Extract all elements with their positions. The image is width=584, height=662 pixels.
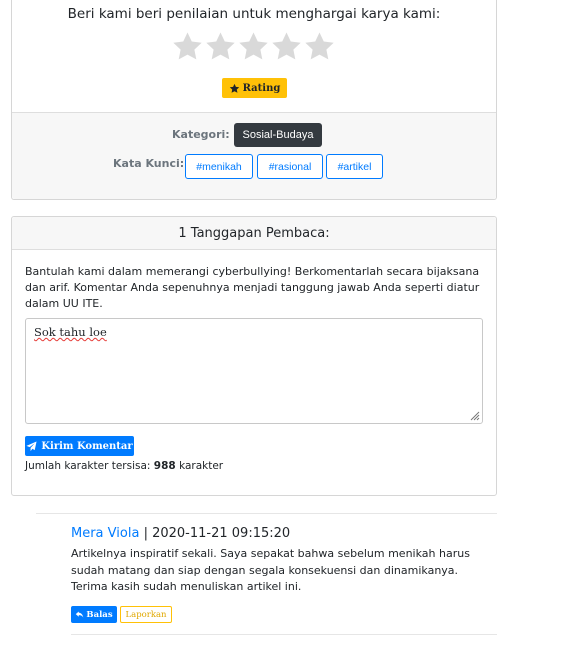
rating-button[interactable]: Rating — [222, 78, 287, 98]
paper-plane-icon — [26, 440, 37, 451]
resize-grip-icon[interactable] — [468, 409, 480, 421]
star-icon[interactable] — [270, 28, 303, 64]
reply-header: Mera Viola | 2020-11-21 09:15:20 — [71, 526, 290, 541]
tag-artikel[interactable]: #artikel — [326, 154, 383, 179]
reply-author-link[interactable]: Mera Viola — [71, 526, 139, 541]
submit-comment-button[interactable]: Kirim Komentar — [25, 436, 134, 456]
divider — [71, 634, 497, 635]
comment-count-header: 1 Tanggapan Pembaca: — [12, 217, 496, 250]
reply-separator: | — [143, 526, 148, 541]
reply-arrow-icon — [76, 611, 84, 618]
star-icon — [229, 83, 239, 93]
submit-comment-label: Kirim Komentar — [41, 440, 133, 452]
rating-prompt: Beri kami beri penilaian untuk mengharga… — [67, 6, 441, 22]
keywords-label: Kata Kunci: — [113, 157, 185, 170]
tag-rasional[interactable]: #rasional — [257, 154, 323, 179]
remaining-suffix: karakter — [179, 460, 224, 472]
comment-card: 1 Tanggapan Pembaca: Bantulah kami dalam… — [11, 216, 497, 496]
reply-button-label: Balas — [86, 609, 113, 620]
rating-button-label: Rating — [242, 82, 281, 94]
reply-button[interactable]: Balas — [71, 606, 117, 623]
remaining-chars: Jumlah karakter tersisa: 988 karakter — [25, 460, 223, 472]
remaining-prefix: Jumlah karakter tersisa: — [25, 460, 151, 472]
category-tooltip: Sosial-Budaya — [234, 123, 322, 147]
star-rating[interactable] — [171, 28, 336, 64]
star-icon[interactable] — [237, 28, 270, 64]
star-icon[interactable] — [204, 28, 237, 64]
remaining-count: 988 — [153, 460, 176, 472]
category-label: Kategori: — [172, 128, 230, 141]
report-button[interactable]: Laporkan — [120, 606, 172, 623]
comment-text-value: Sok tahu loe — [34, 325, 107, 339]
cyberbullying-notice: Bantulah kami dalam memerangi cyberbully… — [25, 265, 480, 310]
reply-datetime: 2020-11-21 09:15:20 — [152, 526, 291, 541]
rating-card: Beri kami beri penilaian untuk mengharga… — [11, 0, 497, 200]
comment-textarea[interactable]: Sok tahu loe — [25, 318, 483, 424]
tag-menikah[interactable]: #menikah — [185, 154, 253, 179]
divider — [36, 513, 497, 514]
star-icon[interactable] — [303, 28, 336, 64]
star-icon[interactable] — [171, 28, 204, 64]
reply-text: Artikelnya inspiratif sekali. Saya sepak… — [71, 547, 470, 593]
